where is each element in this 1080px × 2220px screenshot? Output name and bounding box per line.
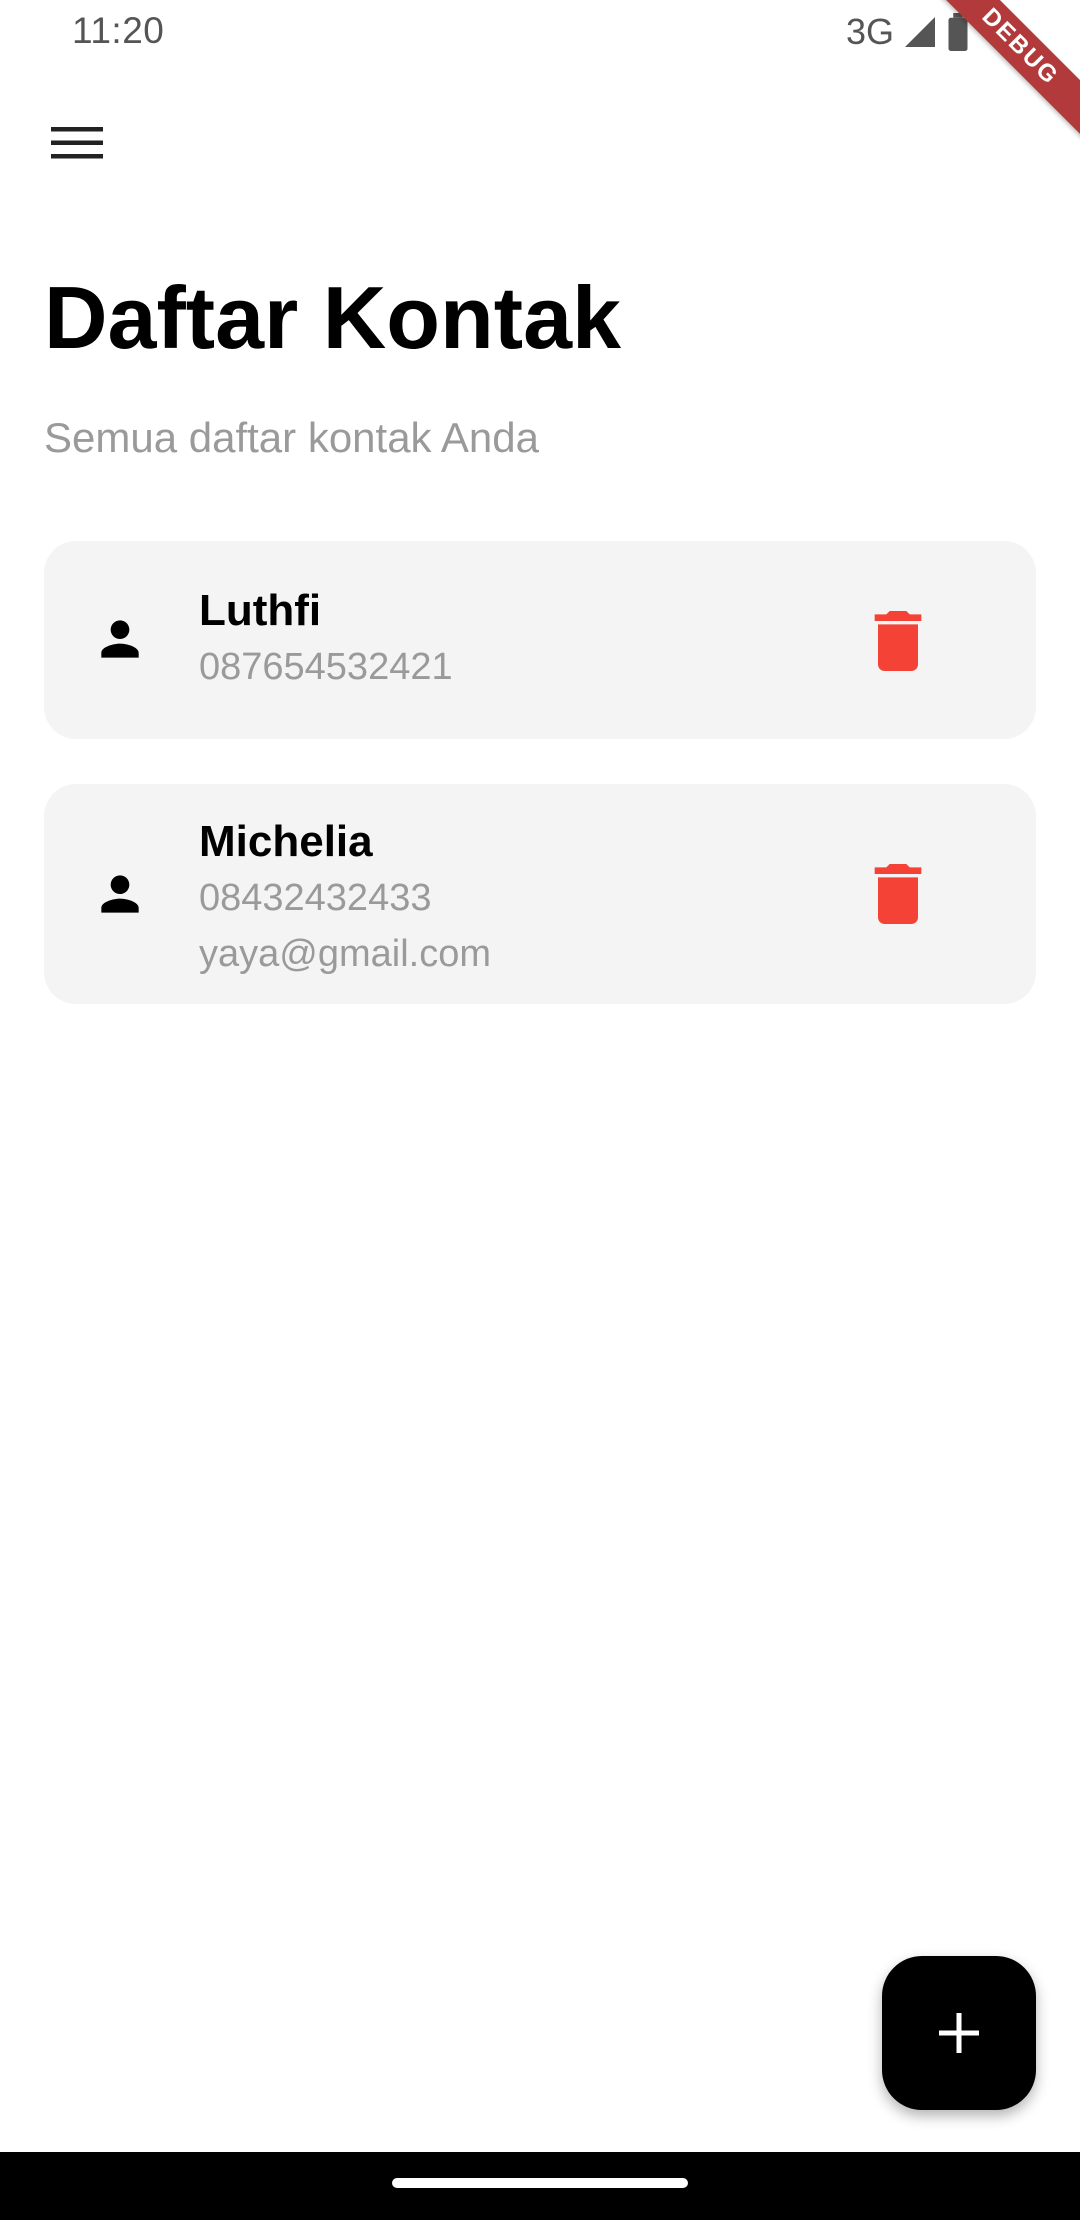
- contact-card[interactable]: Michelia 08432432433 yaya@gmail.com: [44, 784, 1036, 1004]
- delete-contact-button[interactable]: [870, 864, 926, 924]
- page-title: Daftar Kontak: [44, 268, 621, 367]
- status-bar: 11:20 3G: [0, 0, 1080, 64]
- delete-icon: [874, 611, 922, 671]
- delete-contact-button[interactable]: [870, 611, 926, 671]
- status-icons: 3G: [846, 10, 970, 54]
- menu-icon: [51, 127, 103, 159]
- network-type-label: 3G: [845, 11, 894, 52]
- status-time: 11:20: [72, 10, 165, 51]
- menu-button[interactable]: [40, 110, 114, 176]
- contact-phone: 08432432433: [199, 877, 432, 919]
- contact-info: Michelia 08432432433 yaya@gmail.com: [199, 814, 491, 982]
- person-icon: [101, 875, 139, 913]
- home-indicator[interactable]: [392, 2178, 688, 2188]
- contact-email: yaya@gmail.com: [199, 933, 491, 975]
- contact-name: Michelia: [199, 817, 373, 866]
- person-icon: [101, 620, 139, 658]
- add-icon: [939, 2013, 979, 2053]
- contact-phone: 087654532421: [199, 646, 453, 688]
- delete-icon: [874, 864, 922, 924]
- contact-name: Luthfi: [199, 586, 322, 635]
- contact-info: Luthfi 087654532421: [199, 583, 453, 695]
- system-nav-bar: [0, 2152, 1080, 2220]
- page-subtitle: Semua daftar kontak Anda: [44, 414, 539, 461]
- contact-card[interactable]: Luthfi 087654532421: [44, 541, 1036, 739]
- signal-icon: [905, 17, 935, 47]
- add-contact-fab[interactable]: [882, 1956, 1036, 2110]
